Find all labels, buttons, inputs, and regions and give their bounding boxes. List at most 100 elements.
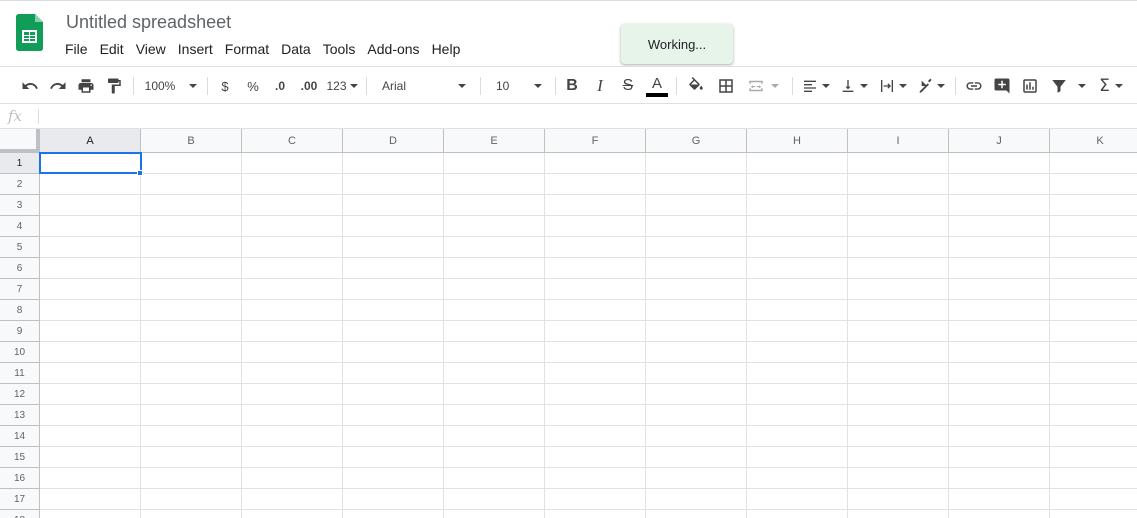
spreadsheet-grid: ABCDEFGHIJK 123456789101112131415161718 bbox=[0, 129, 1137, 518]
row-header-16[interactable]: 16 bbox=[0, 468, 40, 489]
text-rotation-icon[interactable] bbox=[914, 74, 948, 98]
row-header-10[interactable]: 10 bbox=[0, 342, 40, 363]
sheets-app: Untitled spreadsheet File Edit View Insert F… bbox=[0, 0, 1137, 518]
text-color-swatch bbox=[646, 92, 668, 97]
toolbar-divider bbox=[555, 77, 556, 95]
functions-icon[interactable]: Σ bbox=[1094, 74, 1128, 98]
cell-area[interactable] bbox=[40, 153, 1137, 518]
row-header-8[interactable]: 8 bbox=[0, 300, 40, 321]
print-icon[interactable] bbox=[74, 74, 98, 98]
top-divider bbox=[0, 0, 1137, 1]
menu-add-ons[interactable]: Add-ons bbox=[361, 39, 425, 59]
borders-icon[interactable] bbox=[714, 74, 738, 98]
vertical-align-icon[interactable] bbox=[838, 74, 870, 98]
filter-icon[interactable] bbox=[1046, 74, 1090, 98]
currency-format-button[interactable]: $ bbox=[214, 74, 236, 98]
row-header-12[interactable]: 12 bbox=[0, 384, 40, 405]
decrease-decimal-button[interactable]: .0 bbox=[268, 74, 292, 98]
merge-cells-icon[interactable] bbox=[742, 74, 784, 98]
select-all-corner[interactable] bbox=[0, 129, 40, 153]
column-header-c[interactable]: C bbox=[242, 129, 343, 153]
column-header-g[interactable]: G bbox=[646, 129, 747, 153]
column-header-f[interactable]: F bbox=[545, 129, 646, 153]
sheets-logo-icon[interactable] bbox=[16, 14, 43, 51]
column-header-j[interactable]: J bbox=[949, 129, 1050, 153]
chevron-down-icon bbox=[1114, 84, 1123, 88]
document-title[interactable]: Untitled spreadsheet bbox=[66, 12, 231, 33]
paint-format-icon[interactable] bbox=[102, 74, 126, 98]
fill-color-icon[interactable] bbox=[684, 74, 708, 98]
row-header-18[interactable]: 18 bbox=[0, 510, 40, 518]
chevron-down-icon bbox=[937, 84, 945, 88]
menu-tools[interactable]: Tools bbox=[317, 39, 362, 59]
font-size-value: 10 bbox=[496, 79, 510, 93]
insert-comment-icon[interactable] bbox=[990, 74, 1014, 98]
fill-handle[interactable] bbox=[137, 170, 143, 176]
toolbar: 100% $ % .0 .00 123 Arial 10 B I S A Σ bbox=[0, 66, 1137, 104]
menu-view[interactable]: View bbox=[130, 39, 172, 59]
row-header-7[interactable]: 7 bbox=[0, 279, 40, 300]
toolbar-divider bbox=[366, 77, 367, 95]
formula-input[interactable] bbox=[44, 107, 1124, 126]
increase-decimal-label: .00 bbox=[300, 79, 318, 93]
toolbar-divider bbox=[480, 77, 481, 95]
insert-link-icon[interactable] bbox=[962, 74, 986, 98]
working-toast: Working... bbox=[621, 24, 733, 64]
undo-icon[interactable] bbox=[18, 74, 42, 98]
chevron-down-icon bbox=[1078, 84, 1086, 88]
row-header-13[interactable]: 13 bbox=[0, 405, 40, 426]
row-header-6[interactable]: 6 bbox=[0, 258, 40, 279]
toolbar-divider bbox=[955, 77, 956, 95]
selected-cell[interactable] bbox=[39, 152, 142, 174]
row-header-3[interactable]: 3 bbox=[0, 195, 40, 216]
row-header-17[interactable]: 17 bbox=[0, 489, 40, 510]
strikethrough-icon[interactable]: S bbox=[616, 74, 640, 98]
menu-edit[interactable]: Edit bbox=[94, 39, 130, 59]
chevron-down-icon bbox=[771, 84, 779, 88]
chevron-down-icon bbox=[899, 84, 907, 88]
menu-format[interactable]: Format bbox=[219, 39, 275, 59]
toolbar-divider bbox=[133, 77, 134, 95]
row-header-9[interactable]: 9 bbox=[0, 321, 40, 342]
column-header-d[interactable]: D bbox=[343, 129, 444, 153]
font-select[interactable]: Arial bbox=[376, 74, 472, 98]
column-header-a[interactable]: A bbox=[40, 129, 141, 153]
bold-icon[interactable]: B bbox=[560, 74, 584, 98]
insert-chart-icon[interactable] bbox=[1018, 74, 1042, 98]
redo-icon[interactable] bbox=[46, 74, 70, 98]
toolbar-divider bbox=[207, 77, 208, 95]
italic-icon[interactable]: I bbox=[588, 74, 612, 98]
currency-label: $ bbox=[221, 78, 229, 94]
toolbar-divider bbox=[676, 77, 677, 95]
row-header-15[interactable]: 15 bbox=[0, 447, 40, 468]
text-color-icon[interactable]: A bbox=[645, 74, 669, 98]
zoom-select[interactable]: 100% bbox=[140, 74, 202, 98]
decrease-decimal-label: .0 bbox=[274, 79, 285, 93]
increase-decimal-button[interactable]: .00 bbox=[296, 74, 322, 98]
row-header-1[interactable]: 1 bbox=[0, 153, 40, 174]
zoom-value: 100% bbox=[144, 79, 176, 93]
column-header-i[interactable]: I bbox=[848, 129, 949, 153]
row-header-5[interactable]: 5 bbox=[0, 237, 40, 258]
menu-insert[interactable]: Insert bbox=[172, 39, 219, 59]
more-formats-button[interactable]: 123 bbox=[325, 74, 359, 98]
text-wrapping-icon[interactable] bbox=[876, 74, 910, 98]
menu-help[interactable]: Help bbox=[426, 39, 467, 59]
font-size-select[interactable]: 10 bbox=[490, 74, 548, 98]
column-header-b[interactable]: B bbox=[141, 129, 242, 153]
row-header-4[interactable]: 4 bbox=[0, 216, 40, 237]
column-header-h[interactable]: H bbox=[747, 129, 848, 153]
row-header-11[interactable]: 11 bbox=[0, 363, 40, 384]
formula-bar-divider bbox=[38, 109, 39, 124]
more-formats-label: 123 bbox=[326, 79, 347, 93]
chevron-down-icon bbox=[534, 84, 542, 88]
column-header-e[interactable]: E bbox=[444, 129, 545, 153]
horizontal-align-icon[interactable] bbox=[800, 74, 832, 98]
menu-data[interactable]: Data bbox=[275, 39, 317, 59]
column-header-k[interactable]: K bbox=[1050, 129, 1137, 153]
row-header-14[interactable]: 14 bbox=[0, 426, 40, 447]
menu-file[interactable]: File bbox=[59, 39, 94, 59]
row-header-2[interactable]: 2 bbox=[0, 174, 40, 195]
percent-format-button[interactable]: % bbox=[242, 74, 264, 98]
font-value: Arial bbox=[382, 79, 407, 93]
